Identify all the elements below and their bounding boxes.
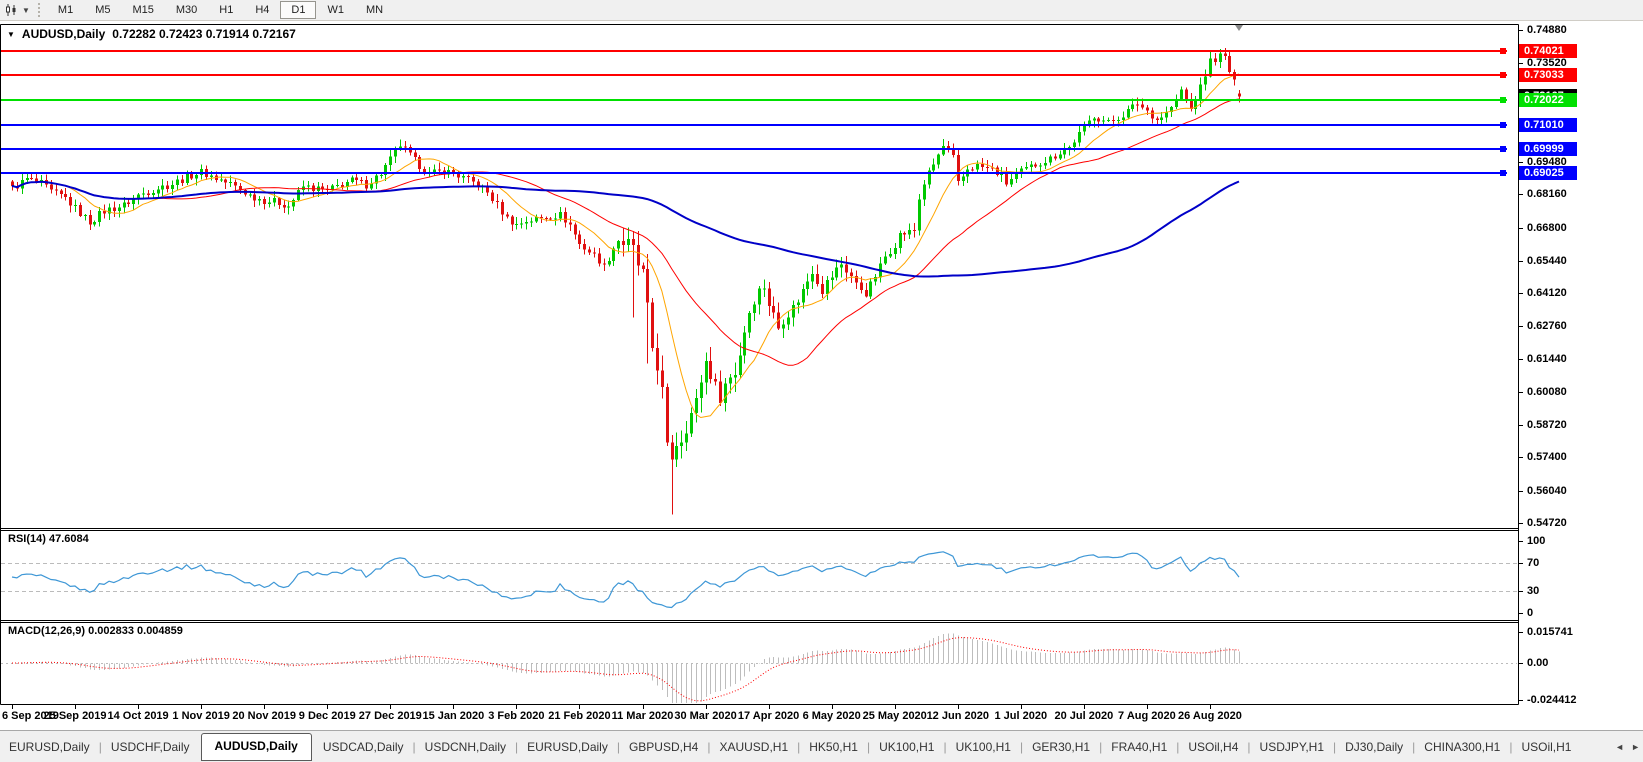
tab-eurusd-daily[interactable]: EURUSD,Daily xyxy=(0,734,99,760)
timeframe-button-m5[interactable]: M5 xyxy=(84,1,121,19)
price-tick-label: 0.62760 xyxy=(1527,320,1567,333)
tab-usdcnh-daily[interactable]: USDCNH,Daily xyxy=(416,734,515,760)
price-tick-label: 0.54720 xyxy=(1527,516,1567,529)
rsi-tick-label: 30 xyxy=(1527,585,1540,598)
price-tick-label: 0.58720 xyxy=(1527,419,1567,432)
macd-tick-label: -0.024412 xyxy=(1527,694,1577,706)
timeframe-button-mn[interactable]: MN xyxy=(355,1,394,19)
tab-usoil-h4[interactable]: USOil,H4 xyxy=(1179,734,1247,760)
macd-tick-label: 0.015741 xyxy=(1527,626,1573,638)
date-label: 26 Aug 2020 xyxy=(1178,710,1242,722)
timeframe-button-d1[interactable]: D1 xyxy=(280,1,317,19)
date-label: 27 Dec 2019 xyxy=(358,710,422,722)
macd-tick-label: 0.00 xyxy=(1527,657,1549,669)
tab-china300-h1[interactable]: CHINA300,H1 xyxy=(1415,734,1509,760)
rsi-label: RSI(14) 47.6084 xyxy=(8,533,89,545)
tab-dj30-daily[interactable]: DJ30,Daily xyxy=(1336,734,1412,760)
timeframe-button-m1[interactable]: M1 xyxy=(47,1,84,19)
toolbar-grip[interactable] xyxy=(37,3,40,17)
tab-usoil-h1[interactable]: USOil,H1 xyxy=(1512,734,1580,760)
timeframe-button-w1[interactable]: W1 xyxy=(316,1,355,19)
tab-scroll-right-icon[interactable]: ► xyxy=(1631,742,1640,752)
price-level-tag: 0.74021 xyxy=(1519,44,1577,58)
date-label: 20 Jul 2020 xyxy=(1054,710,1114,722)
price-level-tag: 0.71010 xyxy=(1519,118,1577,132)
chart-canvas[interactable] xyxy=(0,0,1643,761)
price-tick-label: 0.74880 xyxy=(1527,24,1567,36)
date-label: 25 Sep 2019 xyxy=(43,710,107,722)
chart-header: ▼ AUDUSD,Daily 0.72282 0.72423 0.71914 0… xyxy=(7,27,296,41)
chart-ohlc-values: 0.72282 0.72423 0.71914 0.72167 xyxy=(112,27,296,41)
pane-separator[interactable] xyxy=(0,618,1519,624)
macd-label: MACD(12,26,9) 0.002833 0.004859 xyxy=(8,625,183,637)
price-tick-label: 0.64120 xyxy=(1527,287,1567,300)
tab-usdcad-daily[interactable]: USDCAD,Daily xyxy=(314,734,413,760)
tab-fra40-h1[interactable]: FRA40,H1 xyxy=(1102,734,1176,760)
date-label: 3 Feb 2020 xyxy=(488,710,545,722)
tab-scroll-arrows: ◄ ► xyxy=(1607,731,1640,762)
date-label: 11 Mar 2020 xyxy=(611,710,674,722)
date-label: 1 Jul 2020 xyxy=(994,710,1048,722)
date-label: 17 Apr 2020 xyxy=(737,710,800,722)
tab-hk50-h1[interactable]: HK50,H1 xyxy=(800,734,867,760)
price-tick-label: 0.65440 xyxy=(1527,254,1567,267)
price-tick-label: 0.66800 xyxy=(1527,221,1567,234)
date-label: 20 Nov 2019 xyxy=(232,710,296,722)
date-label: 1 Nov 2019 xyxy=(172,710,230,722)
date-label: 14 Oct 2019 xyxy=(107,710,169,722)
pane-separator[interactable] xyxy=(0,526,1519,532)
date-label: 25 May 2020 xyxy=(862,710,927,722)
chart-type-icon[interactable] xyxy=(3,2,21,18)
timeframe-toolbar: ▼ M1 M5 M15 M30 H1 H4 D1 W1 MN xyxy=(0,0,1643,21)
timeframe-button-m15[interactable]: M15 xyxy=(121,1,164,19)
date-label: 6 May 2020 xyxy=(802,710,861,722)
chart-type-dropdown-icon[interactable]: ▼ xyxy=(22,6,30,15)
tab-scroll-left-icon[interactable]: ◄ xyxy=(1615,742,1624,752)
timeframe-button-m30[interactable]: M30 xyxy=(165,1,208,19)
date-label: 12 Jun 2020 xyxy=(926,710,989,722)
date-label: 9 Dec 2019 xyxy=(298,710,356,722)
tab-gbpusd-h4[interactable]: GBPUSD,H4 xyxy=(620,734,707,760)
tab-usdchf-daily[interactable]: USDCHF,Daily xyxy=(102,734,199,760)
timeframe-buttons: M1 M5 M15 M30 H1 H4 D1 W1 MN xyxy=(47,1,394,19)
chart-tab-bar: EURUSD,Daily | USDCHF,Daily AUDUSD,Daily USD… xyxy=(0,730,1643,762)
tab-xauusd-h1[interactable]: XAUUSD,H1 xyxy=(710,734,797,760)
date-label: 21 Feb 2020 xyxy=(548,710,611,722)
price-tick-label: 0.60080 xyxy=(1527,385,1567,398)
tab-uk100-h1[interactable]: UK100,H1 xyxy=(870,734,943,760)
price-level-tag: 0.72022 xyxy=(1519,93,1577,107)
price-level-tag: 0.69025 xyxy=(1519,166,1577,180)
price-level-tag: 0.69999 xyxy=(1519,142,1577,156)
price-tick-label: 0.68160 xyxy=(1527,188,1567,201)
timeframe-button-h4[interactable]: H4 xyxy=(244,1,280,19)
rsi-tick-label: 0 xyxy=(1527,607,1534,619)
date-label: 7 Aug 2020 xyxy=(1118,710,1176,722)
price-tick-label: 0.56040 xyxy=(1527,484,1567,497)
price-tick-label: 0.57400 xyxy=(1527,451,1567,464)
chart-title: AUDUSD,Daily xyxy=(21,27,106,41)
rsi-tick-label: 100 xyxy=(1527,535,1546,547)
date-label: 30 Mar 2020 xyxy=(674,710,737,722)
price-tick-label: 0.61440 xyxy=(1527,352,1567,365)
rsi-tick-label: 70 xyxy=(1527,556,1540,569)
tab-uk100-h1[interactable]: UK100,H1 xyxy=(947,734,1020,760)
tab-ger30-h1[interactable]: GER30,H1 xyxy=(1023,734,1099,760)
tab-usdjpy-h1[interactable]: USDJPY,H1 xyxy=(1251,734,1333,760)
timeframe-button-h1[interactable]: H1 xyxy=(208,1,244,19)
tab-audusd-daily[interactable]: AUDUSD,Daily xyxy=(200,732,312,761)
collapse-chart-icon[interactable]: ▼ xyxy=(7,30,15,39)
price-level-tag: 0.73033 xyxy=(1519,68,1577,82)
tab-eurusd-daily[interactable]: EURUSD,Daily xyxy=(518,734,617,760)
date-label: 15 Jan 2020 xyxy=(422,710,485,722)
